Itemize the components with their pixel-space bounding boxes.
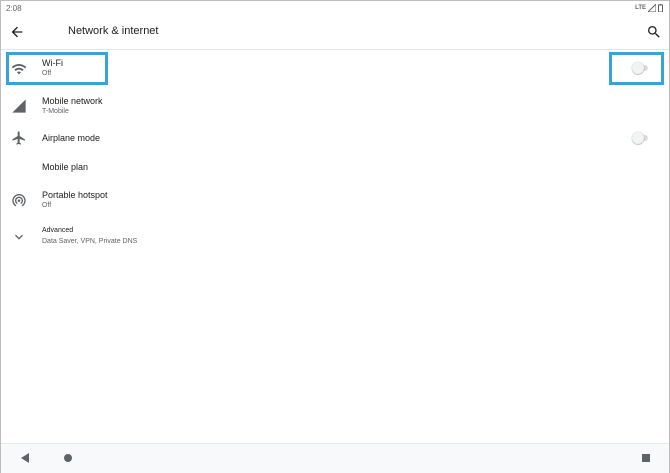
status-icons: LTE xyxy=(635,4,663,12)
status-time: 2:08 xyxy=(6,4,22,13)
mobile-network-summary: T-Mobile xyxy=(42,108,69,115)
advanced-summary: Data Saver, VPN, Private DNS xyxy=(42,238,138,245)
airplane-mode-label: Airplane mode xyxy=(42,133,101,143)
app-bar: Network & internet xyxy=(1,15,669,50)
nav-back-icon[interactable] xyxy=(20,453,30,463)
back-arrow-icon[interactable] xyxy=(9,24,25,40)
mobile-network-label: Mobile network xyxy=(42,96,103,106)
airplane-icon xyxy=(12,131,25,145)
page-title: Network & internet xyxy=(68,25,159,37)
signal-icon xyxy=(648,4,656,12)
wifi-icon xyxy=(11,63,27,75)
advanced-label: Advanced xyxy=(42,227,74,234)
nav-home-icon[interactable] xyxy=(64,454,72,462)
wifi-toggle[interactable] xyxy=(632,62,650,74)
chevron-down-icon xyxy=(15,234,23,240)
mobile-plan-row[interactable]: Mobile plan xyxy=(1,156,669,178)
search-icon[interactable] xyxy=(646,24,662,40)
wifi-row[interactable]: Wi-Fi Off xyxy=(1,53,669,87)
mobile-network-row[interactable]: Mobile network T-Mobile xyxy=(1,91,669,121)
lte-icon: LTE xyxy=(635,5,646,11)
airplane-toggle-thumb xyxy=(632,132,644,144)
wifi-label: Wi-Fi xyxy=(42,58,63,68)
wifi-toggle-thumb xyxy=(632,62,644,74)
navigation-bar xyxy=(1,443,669,473)
hotspot-row[interactable]: Portable hotspot Off xyxy=(1,185,669,215)
cell-signal-icon xyxy=(12,99,26,113)
advanced-row[interactable]: Advanced Data Saver, VPN, Private DNS xyxy=(1,223,669,251)
nav-recents-icon[interactable] xyxy=(642,454,650,462)
mobile-plan-label: Mobile plan xyxy=(42,162,89,172)
hotspot-icon xyxy=(12,194,26,207)
battery-icon xyxy=(658,4,663,12)
wifi-summary: Off xyxy=(42,70,52,77)
hotspot-summary: Off xyxy=(42,202,52,209)
status-bar: 2:08 LTE xyxy=(1,1,669,15)
hotspot-label: Portable hotspot xyxy=(42,190,108,200)
airplane-mode-toggle[interactable] xyxy=(632,132,650,144)
airplane-mode-row[interactable]: Airplane mode xyxy=(1,127,669,149)
